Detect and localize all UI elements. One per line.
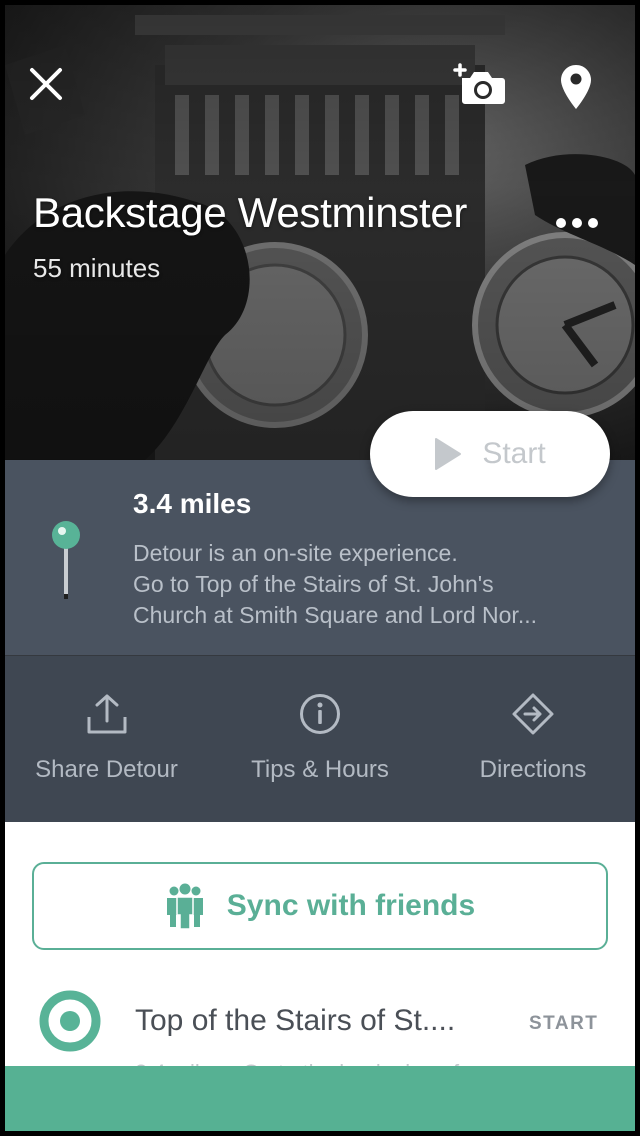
location-pin-icon	[561, 65, 591, 109]
description-line: Detour is an on-site experience.	[133, 540, 458, 566]
bottom-bar[interactable]	[5, 1066, 635, 1131]
group-icon	[166, 883, 203, 929]
directions-button[interactable]: Directions	[465, 656, 601, 823]
more-button[interactable]	[547, 201, 607, 245]
description-line: Go to Top of the Stairs of St. John's	[133, 571, 494, 597]
tour-title: Backstage Westminster	[33, 189, 468, 236]
hero-image: Backstage Westminster 55 minutes	[5, 5, 635, 460]
description-line: Church at Smith Square and Lord Nor...	[133, 602, 537, 628]
add-photo-icon	[453, 63, 505, 104]
share-detour-button[interactable]: Share Detour	[25, 656, 188, 823]
add-photo-button[interactable]	[451, 59, 509, 109]
start-button[interactable]: Start	[370, 411, 610, 497]
tour-duration: 55 minutes	[33, 253, 161, 283]
share-icon	[87, 694, 126, 734]
tips-hours-button[interactable]: Tips & Hours	[235, 656, 405, 823]
tips-hours-label: Tips & Hours	[251, 756, 389, 783]
close-icon	[30, 68, 62, 100]
sync-with-friends-button[interactable]: Sync with friends	[32, 862, 608, 950]
action-bar: Share Detour Tips & Hours Directions	[5, 655, 635, 822]
stop-list-item[interactable]: Top of the Stairs of St.... START 3.4 mi…	[5, 980, 635, 1085]
description-text: Detour is an on-site experience. Go to T…	[133, 538, 613, 631]
directions-label: Directions	[479, 756, 587, 783]
sync-label: Sync with friends	[226, 889, 476, 922]
close-button[interactable]	[25, 63, 67, 105]
play-icon	[435, 438, 462, 470]
stop-start-link[interactable]: START	[529, 1013, 598, 1035]
info-icon	[300, 694, 340, 734]
share-detour-label: Share Detour	[35, 756, 178, 783]
start-button-label: Start	[482, 437, 546, 470]
map-pin-button[interactable]	[555, 61, 597, 113]
map-marker-icon	[52, 521, 80, 599]
distance-label: 3.4 miles	[133, 488, 252, 519]
directions-icon	[512, 693, 554, 735]
screen: Backstage Westminster 55 minutes 3.4 mil…	[5, 5, 635, 1131]
stop-target-icon	[39, 990, 101, 1052]
stop-title: Top of the Stairs of St....	[135, 1004, 456, 1037]
more-icon	[556, 218, 598, 228]
